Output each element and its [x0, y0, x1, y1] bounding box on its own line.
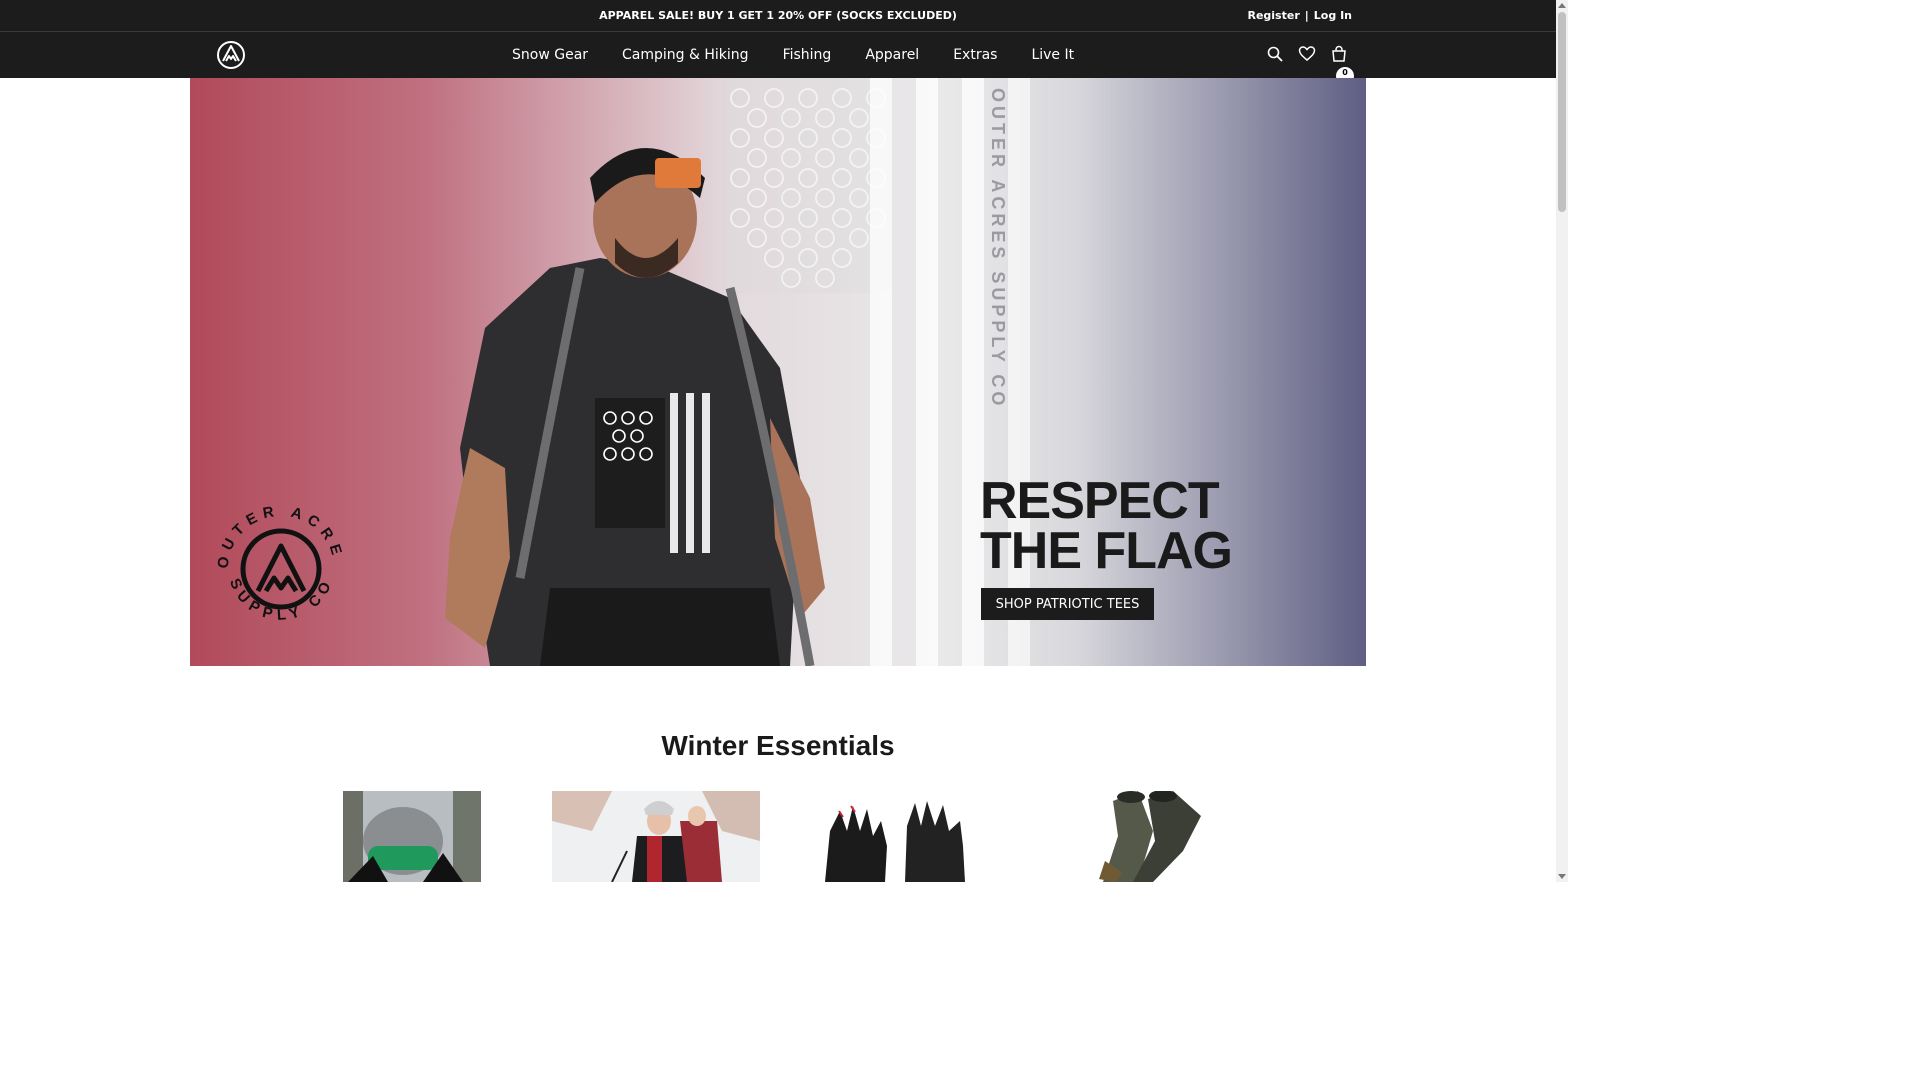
svg-text:SUPPLY CO: SUPPLY CO — [226, 574, 337, 624]
product-card-socks[interactable] — [1093, 791, 1205, 882]
scroll-up-arrow-icon[interactable] — [1558, 3, 1566, 8]
nav-item-apparel[interactable]: Apparel — [848, 47, 936, 63]
badge-text-bottom: SUPPLY CO — [226, 574, 331, 624]
login-link[interactable]: Log In — [1314, 9, 1352, 22]
gloves-product-image — [815, 791, 980, 882]
scrollbar-thumb[interactable] — [1558, 12, 1566, 212]
nav-icons: 0 — [1266, 45, 1354, 85]
product-card-goggles[interactable] — [343, 791, 481, 882]
brand-logo-icon[interactable] — [216, 40, 246, 70]
stripe-brand-text: OUTER ACRES SUPPLY CO — [988, 88, 1008, 409]
nav-item-fishing[interactable]: Fishing — [766, 47, 849, 63]
goggles-product-image — [343, 791, 481, 882]
hero-headline-line2: THE FLAG — [980, 522, 1233, 580]
nav-item-extras[interactable]: Extras — [936, 47, 1014, 63]
register-link[interactable]: Register — [1247, 9, 1299, 22]
scroll-down-arrow-icon[interactable] — [1558, 874, 1566, 879]
cart-icon[interactable]: 0 — [1330, 45, 1354, 85]
promo-bar: APPAREL SALE! BUY 1 GET 1 20% OFF (SOCKS… — [0, 0, 1556, 31]
hero-headline-line1: RESPECT — [980, 472, 1220, 530]
product-card-gloves[interactable] — [815, 791, 980, 882]
section-title-winter-essentials: Winter Essentials — [661, 730, 895, 761]
hero-headline: RESPECT THE FLAG — [980, 472, 1233, 580]
shop-patriotic-tees-button[interactable]: SHOP PATRIOTIC TEES — [981, 588, 1154, 620]
product-card-child-carrier[interactable] — [552, 791, 760, 882]
search-icon[interactable] — [1266, 45, 1284, 63]
nav-item-live-it[interactable]: Live It — [1014, 47, 1091, 63]
nav-item-camping-hiking[interactable]: Camping & Hiking — [605, 47, 766, 63]
account-separator: | — [1304, 9, 1309, 22]
outer-acres-badge-logo: OUTER ACRES SUPPLY CO — [208, 496, 341, 624]
socks-product-image — [1093, 791, 1205, 882]
page-scrollbar[interactable] — [1556, 0, 1568, 882]
nav-item-snow-gear[interactable]: Snow Gear — [495, 47, 605, 63]
model-in-tshirt-image — [445, 148, 825, 666]
main-nav: Snow Gear Camping & Hiking Fishing Appar… — [0, 31, 1556, 85]
child-carrier-product-image — [552, 791, 760, 882]
account-links: Register | Log In — [1247, 9, 1352, 22]
nav-menu: Snow Gear Camping & Hiking Fishing Appar… — [495, 32, 1091, 78]
hero-banner[interactable]: OUTER ACRES SUPPLY CO OUTER ACRES SUPPLY… — [190, 78, 1366, 666]
wishlist-heart-icon[interactable] — [1298, 45, 1316, 63]
